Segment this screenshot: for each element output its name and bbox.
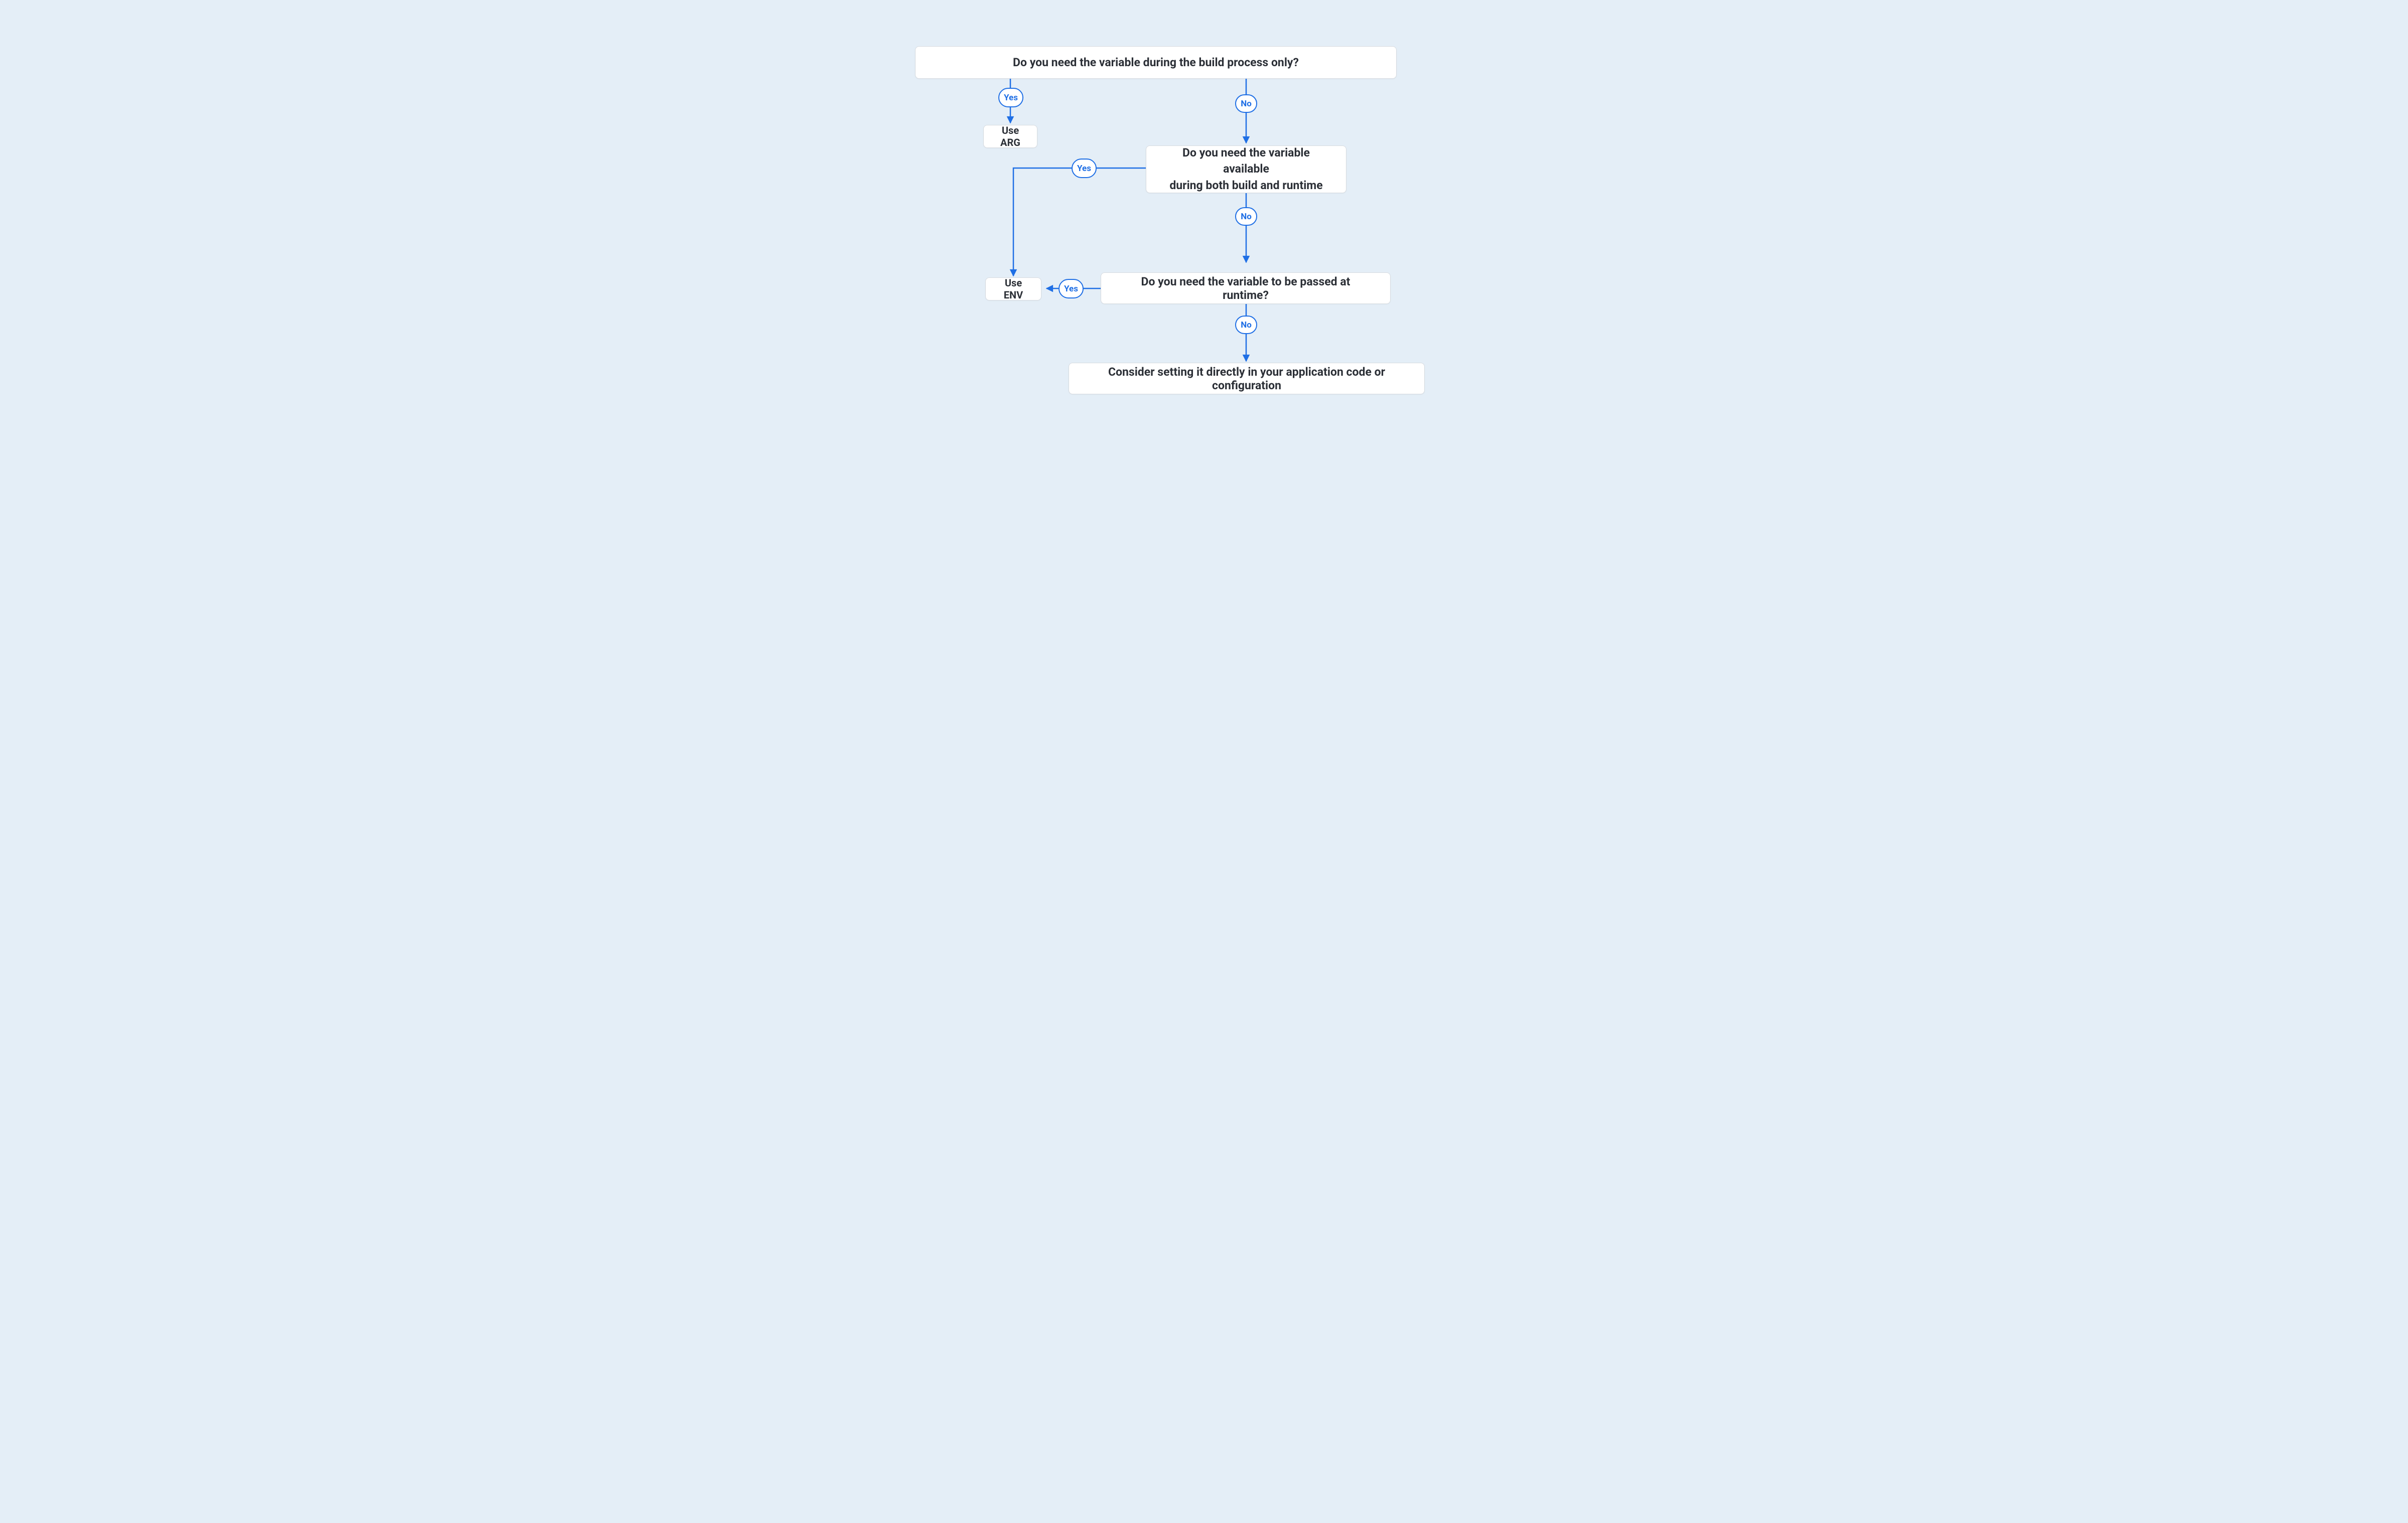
question-build-and-runtime-text: Do you need the variable available durin…	[1163, 145, 1329, 194]
badge-yes-2-text: Yes	[1077, 164, 1091, 174]
answer-use-arg: Use ARG	[983, 125, 1037, 148]
badge-yes-1-text: Yes	[1004, 93, 1018, 103]
badge-yes-3: Yes	[1059, 279, 1084, 298]
badge-no-1: No	[1235, 94, 1257, 113]
badge-no-2: No	[1235, 207, 1257, 226]
answer-final: Consider setting it directly in your app…	[1069, 363, 1425, 394]
question-build-and-runtime-line2: during both build and runtime	[1169, 179, 1322, 192]
question-build-only: Do you need the variable during the buil…	[915, 46, 1397, 79]
question-passed-at-runtime-text: Do you need the variable to be passed at…	[1118, 275, 1373, 302]
badge-yes-2: Yes	[1072, 159, 1097, 178]
question-build-and-runtime: Do you need the variable available durin…	[1146, 145, 1346, 193]
flowchart-canvas: Do you need the variable during the buil…	[821, 0, 1587, 486]
question-build-and-runtime-line1: Do you need the variable available	[1182, 146, 1310, 176]
answer-final-text: Consider setting it directly in your app…	[1086, 365, 1407, 392]
answer-use-arg-text: Use ARG	[994, 124, 1027, 148]
badge-yes-3-text: Yes	[1064, 284, 1078, 294]
badge-no-2-text: No	[1241, 212, 1252, 222]
badge-no-3-text: No	[1241, 320, 1252, 330]
badge-no-1-text: No	[1241, 99, 1252, 109]
question-passed-at-runtime: Do you need the variable to be passed at…	[1101, 272, 1391, 304]
question-build-only-text: Do you need the variable during the buil…	[1013, 56, 1299, 69]
answer-use-env: Use ENV	[985, 277, 1041, 300]
answer-use-env-text: Use ENV	[996, 277, 1031, 301]
badge-no-3: No	[1235, 316, 1257, 334]
badge-yes-1: Yes	[998, 88, 1023, 107]
